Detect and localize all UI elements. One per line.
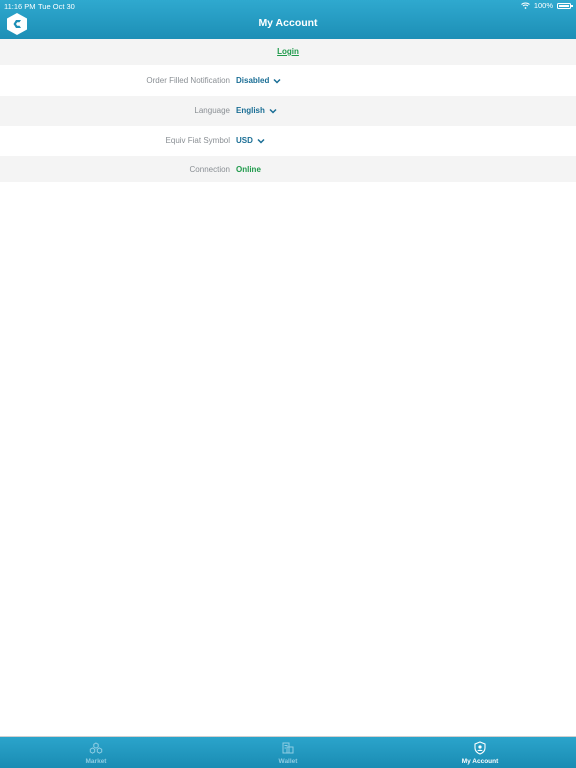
status-time: 11:16 PM xyxy=(4,2,36,11)
wifi-icon xyxy=(520,2,530,9)
page-title: My Account xyxy=(258,17,318,29)
setting-value: Online xyxy=(236,165,261,174)
setting-label: Connection xyxy=(189,165,230,174)
tab-my-account[interactable]: My Account xyxy=(384,737,576,768)
connection-status: Online xyxy=(236,165,261,174)
status-bar: 11:16 PM Tue Oct 30 100% xyxy=(0,0,576,12)
account-shield-icon xyxy=(474,741,486,755)
chevron-down-icon xyxy=(269,108,277,114)
setting-label: Equiv Fiat Symbol xyxy=(165,136,230,145)
tab-label: Wallet xyxy=(278,758,298,765)
market-icon xyxy=(89,742,103,754)
app-header: 11:16 PM Tue Oct 30 100% My Account xyxy=(0,0,576,39)
setting-row-order-filled-notification: Order Filled Notification Disabled xyxy=(0,65,576,96)
setting-row-language: Language English xyxy=(0,96,576,126)
battery-icon xyxy=(557,2,573,9)
setting-value: English xyxy=(236,106,265,115)
setting-label: Order Filled Notification xyxy=(146,76,230,85)
wallet-icon xyxy=(282,742,294,754)
order-notification-dropdown[interactable]: Disabled xyxy=(236,76,281,85)
setting-value: Disabled xyxy=(236,76,270,85)
tab-label: My Account xyxy=(461,758,499,765)
tab-wallet[interactable]: Wallet xyxy=(192,737,384,768)
battery-percent: 100% xyxy=(533,1,553,10)
setting-value: USD xyxy=(236,136,253,145)
fiat-symbol-dropdown[interactable]: USD xyxy=(236,136,265,145)
setting-row-equiv-fiat-symbol: Equiv Fiat Symbol USD xyxy=(0,126,576,156)
status-indicators: 100% xyxy=(520,1,573,10)
chevron-down-icon xyxy=(257,138,265,144)
tab-label: Market xyxy=(85,758,107,765)
chevron-down-icon xyxy=(273,78,281,84)
tab-market[interactable]: Market xyxy=(0,737,192,768)
status-date: Tue Oct 30 xyxy=(38,2,75,11)
setting-row-connection: Connection Online xyxy=(0,156,576,182)
setting-label: Language xyxy=(194,106,230,115)
login-link[interactable]: Login xyxy=(277,47,299,56)
language-dropdown[interactable]: English xyxy=(236,106,277,115)
tab-bar: Market Wallet My Account xyxy=(0,736,576,768)
login-row: Login xyxy=(0,39,576,65)
